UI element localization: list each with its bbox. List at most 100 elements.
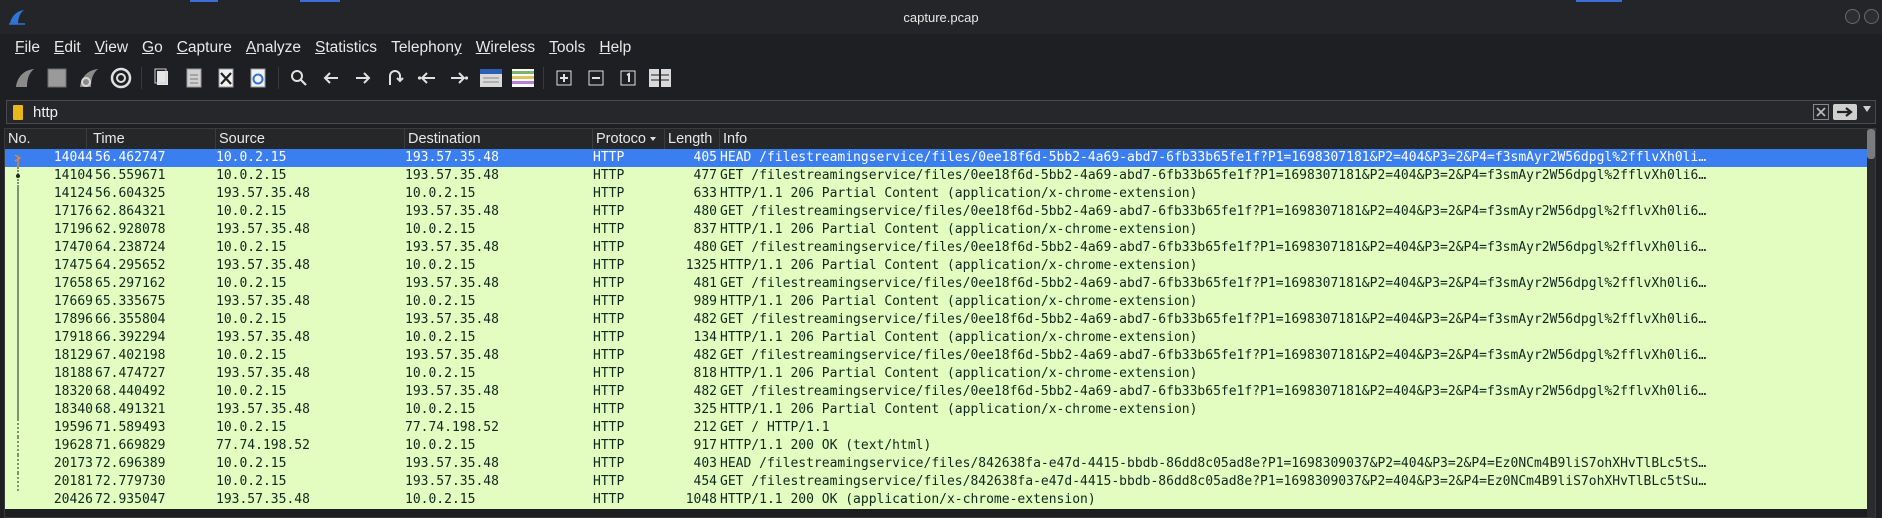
close-window-button[interactable] — [1864, 9, 1879, 24]
start-capture-button[interactable] — [12, 65, 38, 91]
find-packet-button[interactable] — [286, 65, 312, 91]
packet-destination: 10.0.2.15 — [405, 492, 476, 507]
column-header-time[interactable]: Time — [87, 129, 216, 149]
packet-length: 482 — [693, 348, 717, 363]
go-forward-icon — [356, 72, 371, 84]
packet-row[interactable]: 20426 72.935047 193.57.35.48 10.0.2.15 HTTP 1… — [5, 491, 1867, 509]
menu-item[interactable]: Statistics — [308, 39, 384, 57]
auto-scroll-button[interactable] — [478, 65, 504, 91]
packet-source: 10.0.2.15 — [216, 312, 287, 327]
zoom-out-button[interactable] — [583, 65, 609, 91]
menu-item[interactable]: Wireless — [469, 39, 542, 57]
packet-number: 18129 — [53, 348, 93, 363]
packet-time: 72.935047 — [95, 492, 166, 507]
packet-row[interactable]: 18320 68.440492 10.0.2.15 193.57.35.48 HTTP 4… — [5, 383, 1867, 401]
packet-row[interactable]: 14124 56.604325 193.57.35.48 10.0.2.15 HTTP 6… — [5, 185, 1867, 203]
packet-protocol: HTTP — [593, 240, 625, 255]
column-header-protocol[interactable]: Protoco — [593, 129, 665, 149]
packet-row[interactable]: 17196 62.928078 193.57.35.48 10.0.2.15 HTTP 8… — [5, 221, 1867, 239]
packet-destination: 10.0.2.15 — [405, 366, 476, 381]
display-filter-input[interactable] — [29, 101, 1817, 123]
packet-number: 17669 — [53, 294, 93, 309]
zoom-in-button[interactable] — [551, 65, 577, 91]
menu-item[interactable]: Analyze — [239, 39, 308, 57]
restart-capture-button[interactable] — [76, 65, 102, 91]
apply-filter-button[interactable] — [1833, 104, 1857, 120]
minimize-button[interactable] — [1845, 9, 1860, 24]
filter-bookmark-icon[interactable] — [13, 105, 23, 120]
packet-row[interactable]: 19628 71.669829 77.74.198.52 10.0.2.15 HTTP 9… — [5, 437, 1867, 455]
resize-columns-button[interactable] — [647, 65, 673, 91]
stop-capture-button[interactable] — [44, 65, 70, 91]
sort-arrow-icon — [649, 137, 656, 142]
packet-info: GET /filestreamingservice/files/842638fa… — [720, 474, 1707, 489]
packet-destination: 10.0.2.15 — [405, 186, 476, 201]
packet-row[interactable]: 18340 68.491321 193.57.35.48 10.0.2.15 HTTP 3… — [5, 401, 1867, 419]
packet-destination: 193.57.35.48 — [405, 474, 499, 489]
clear-filter-button[interactable] — [1813, 104, 1829, 120]
capture-options-button[interactable] — [108, 65, 134, 91]
column-header-destination[interactable]: Destination — [405, 129, 593, 149]
packet-row[interactable]: 17470 64.238724 10.0.2.15 193.57.35.48 HTTP 4… — [5, 239, 1867, 257]
go-last-button[interactable] — [446, 65, 472, 91]
menu-item[interactable]: Help — [592, 39, 638, 57]
packet-row[interactable]: 14104 56.559671 10.0.2.15 193.57.35.48 HTTP 4… — [5, 167, 1867, 185]
filter-history-dropdown[interactable] — [1863, 106, 1871, 112]
auto-scroll-icon — [480, 69, 502, 87]
main-toolbar — [0, 62, 1882, 94]
menu-item[interactable]: Capture — [170, 39, 239, 57]
column-header-no[interactable]: No. — [5, 129, 87, 149]
packet-protocol: HTTP — [593, 312, 625, 327]
packet-destination: 193.57.35.48 — [405, 312, 499, 327]
packet-length: 454 — [693, 474, 717, 489]
reload-file-button[interactable] — [245, 65, 271, 91]
menu-item[interactable]: View — [88, 39, 135, 57]
packet-list-header: No. Time Source Destination Protoco Leng… — [5, 129, 1871, 150]
packet-row[interactable]: 17669 65.335675 193.57.35.48 10.0.2.15 HTTP 9… — [5, 293, 1867, 311]
menu-item-label: o — [154, 39, 163, 56]
packet-protocol: HTTP — [593, 168, 625, 183]
menu-item[interactable]: Edit — [47, 39, 88, 57]
column-header-info[interactable]: Info — [720, 129, 1870, 149]
scrollbar-thumb[interactable] — [1867, 129, 1875, 159]
normal-size-button[interactable] — [615, 65, 641, 91]
menu-item[interactable]: Go — [135, 39, 170, 57]
menu-item[interactable]: File — [8, 39, 47, 57]
menu-item[interactable]: Telephony — [384, 39, 469, 57]
start-capture-icon — [16, 69, 34, 87]
column-header-length[interactable]: Length — [665, 129, 720, 149]
packet-row[interactable]: 19596 71.589493 10.0.2.15 77.74.198.52 HTTP 2… — [5, 419, 1867, 437]
packet-length: 818 — [693, 366, 717, 381]
colorize-icon — [512, 69, 534, 87]
packet-row[interactable]: 17918 66.392294 193.57.35.48 10.0.2.15 HTTP 1… — [5, 329, 1867, 347]
packet-length: 1325 — [685, 258, 717, 273]
packet-protocol: HTTP — [593, 222, 625, 237]
save-file-button[interactable] — [181, 65, 207, 91]
vertical-scrollbar[interactable] — [1867, 129, 1875, 517]
packet-row[interactable]: 18129 67.402198 10.0.2.15 193.57.35.48 HTTP 4… — [5, 347, 1867, 365]
packet-protocol: HTTP — [593, 330, 625, 345]
packet-row[interactable]: 17896 66.355804 10.0.2.15 193.57.35.48 HTTP 4… — [5, 311, 1867, 329]
column-header-source[interactable]: Source — [216, 129, 405, 149]
packet-row[interactable]: 20181 72.779730 10.0.2.15 193.57.35.48 HTTP 4… — [5, 473, 1867, 491]
packet-rows: 14044 56.462747 10.0.2.15 193.57.35.48 HTTP 4… — [5, 149, 1867, 509]
packet-source: 10.0.2.15 — [216, 456, 287, 471]
packet-row[interactable]: 17176 62.864321 10.0.2.15 193.57.35.48 HTTP 4… — [5, 203, 1867, 221]
normal-size-icon — [620, 70, 636, 86]
menu-item[interactable]: Tools — [542, 39, 592, 57]
close-file-button[interactable] — [213, 65, 239, 91]
packet-row[interactable]: 20173 72.696389 10.0.2.15 193.57.35.48 HTTP 4… — [5, 455, 1867, 473]
packet-destination: 10.0.2.15 — [405, 402, 476, 417]
packet-row[interactable]: 17658 65.297162 10.0.2.15 193.57.35.48 HTTP 4… — [5, 275, 1867, 293]
go-forward-button[interactable] — [350, 65, 376, 91]
menu-item-label: Telephon — [391, 39, 454, 56]
go-first-button[interactable] — [414, 65, 440, 91]
open-file-button[interactable] — [149, 65, 175, 91]
go-back-button[interactable] — [318, 65, 344, 91]
packet-row[interactable]: 17475 64.295652 193.57.35.48 10.0.2.15 HTTP 1… — [5, 257, 1867, 275]
colorize-button[interactable] — [510, 65, 536, 91]
go-to-packet-button[interactable] — [382, 65, 408, 91]
packet-length: 1048 — [685, 492, 717, 507]
packet-row[interactable]: 18188 67.474727 193.57.35.48 10.0.2.15 HTTP 8… — [5, 365, 1867, 383]
packet-row[interactable]: 14044 56.462747 10.0.2.15 193.57.35.48 HTTP 4… — [5, 149, 1867, 167]
